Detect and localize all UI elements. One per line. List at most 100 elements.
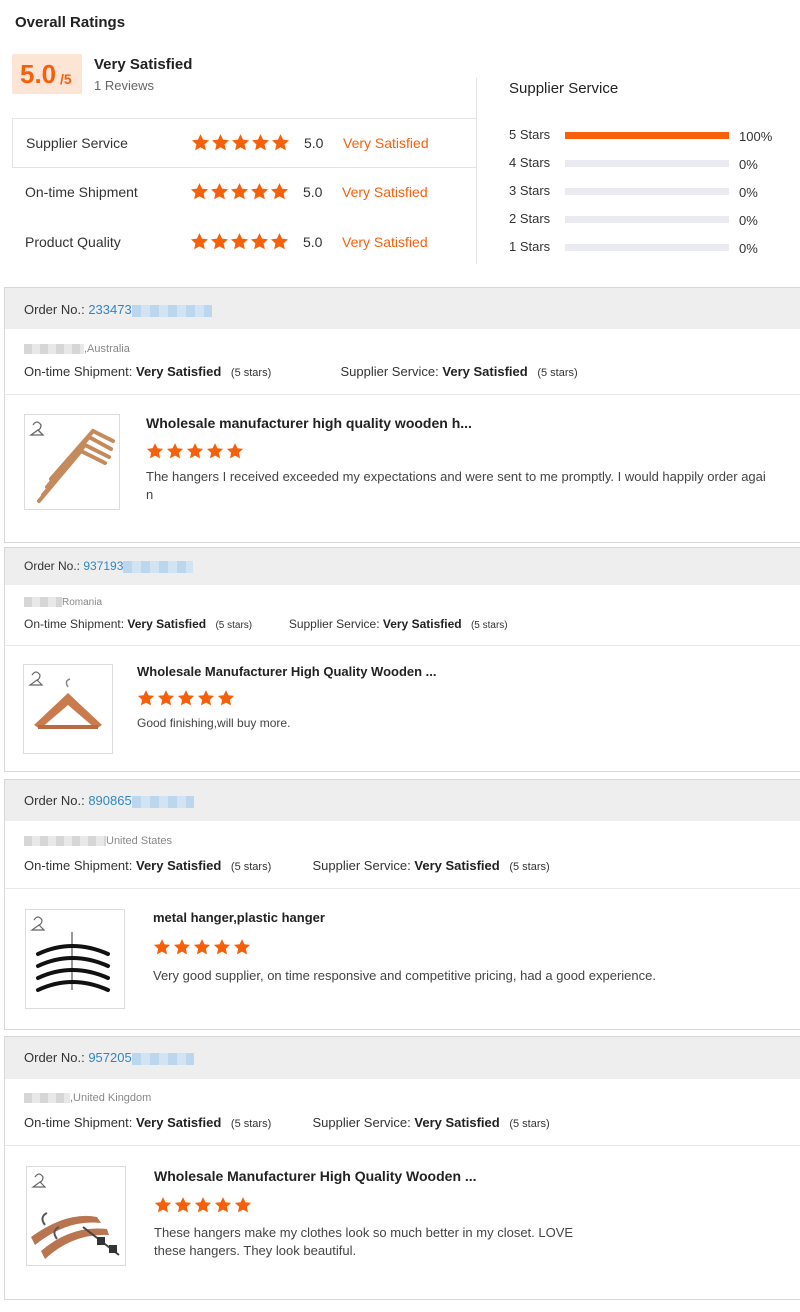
star-icon xyxy=(173,938,191,956)
service-stars: (5 stars) xyxy=(537,367,578,379)
star-icon xyxy=(174,1196,192,1214)
review-comment: These hangers make my clothes look so mu… xyxy=(154,1225,574,1258)
distribution-row-5: 5 Stars 100% xyxy=(509,127,779,147)
distribution-percent: 0% xyxy=(739,213,758,228)
rating-label: Supplier Service xyxy=(26,135,128,151)
service-label: Supplier Service: xyxy=(340,364,439,379)
rating-satisfaction: Very Satisfied xyxy=(343,135,429,151)
star-icon xyxy=(213,938,231,956)
service-label: Supplier Service: xyxy=(312,1115,411,1130)
distribution-bar xyxy=(565,216,729,223)
star-icon xyxy=(234,1196,252,1214)
order-number: Order No.: 233473 xyxy=(24,302,212,317)
product-title[interactable]: Wholesale Manufacturer High Quality Wood… xyxy=(154,1168,477,1184)
order-header: Order No.: 957205 xyxy=(5,1037,800,1079)
service-value: Very Satisfied xyxy=(442,364,528,379)
product-rating-stars xyxy=(137,689,237,707)
buyer-country: ,Australia xyxy=(84,343,130,355)
distribution-bar xyxy=(565,160,729,167)
metal-hangers-icon[interactable] xyxy=(25,909,125,1009)
distribution-label: 2 Stars xyxy=(509,211,551,226)
star-icon xyxy=(231,133,250,152)
ontime-value: Very Satisfied xyxy=(136,858,222,873)
service-stars: (5 stars) xyxy=(470,620,508,631)
order-number-link[interactable]: 937193 xyxy=(83,559,123,573)
order-number-redacted xyxy=(123,560,194,573)
order-card: Order No.: 957205 ,United Kingdom On-tim… xyxy=(4,1036,800,1300)
overall-score-max: /5 xyxy=(60,71,72,87)
star-icon xyxy=(146,442,164,460)
rating-row-supplier-service[interactable]: Supplier Service 5.0 Very Satisfied xyxy=(12,118,477,168)
star-icon xyxy=(137,689,155,707)
star-icon xyxy=(217,689,235,707)
order-number-redacted xyxy=(131,304,212,317)
buyer-name-redacted xyxy=(24,344,84,355)
rating-label: On-time Shipment xyxy=(25,184,138,200)
service-label: Supplier Service: xyxy=(288,617,380,631)
distribution-percent: 0% xyxy=(739,185,758,200)
star-icon xyxy=(211,133,230,152)
ontime-value: Very Satisfied xyxy=(127,617,207,631)
rating-stars xyxy=(191,133,291,152)
distribution-row-2: 2 Stars 0% xyxy=(509,211,779,231)
overall-satisfaction: Very Satisfied xyxy=(94,56,193,73)
rating-row-product-quality[interactable]: Product Quality 5.0 Very Satisfied xyxy=(12,218,476,266)
buyer-location: ,Australia xyxy=(24,343,130,355)
distribution-label: 5 Stars xyxy=(509,127,551,142)
order-card: Order No.: 890865 United States On-time … xyxy=(4,779,800,1030)
star-icon xyxy=(270,182,289,201)
order-number-label: Order No.: xyxy=(24,793,85,808)
product-title[interactable]: metal hanger,plastic hanger xyxy=(153,910,325,925)
product-rating-stars xyxy=(146,442,246,460)
order-card: Order No.: 233473 ,Australia On-time Shi… xyxy=(4,287,800,543)
ontime-label: On-time Shipment: xyxy=(24,1115,133,1130)
order-number-label: Order No.: xyxy=(24,302,85,317)
star-icon xyxy=(226,442,244,460)
rating-value: 5.0 xyxy=(303,234,323,250)
summary-divider xyxy=(476,78,477,264)
product-title[interactable]: Wholesale Manufacturer High Quality Wood… xyxy=(137,664,437,679)
star-icon xyxy=(250,232,269,251)
order-number-link[interactable]: 890865 xyxy=(88,793,131,808)
wooden-hanger-icon[interactable] xyxy=(23,664,113,754)
order-separator xyxy=(5,888,800,889)
distribution-percent: 0% xyxy=(739,157,758,172)
star-icon xyxy=(271,133,290,152)
order-number: Order No.: 957205 xyxy=(24,1050,194,1065)
order-number-redacted xyxy=(131,795,194,808)
product-rating-stars xyxy=(153,938,253,956)
order-header: Order No.: 233473 xyxy=(5,288,800,329)
order-number-label: Order No.: xyxy=(24,559,81,573)
star-icon xyxy=(166,442,184,460)
distribution-row-4: 4 Stars 0% xyxy=(509,155,779,175)
buyer-name-redacted xyxy=(24,836,106,847)
rating-label: Product Quality xyxy=(25,234,121,250)
star-icon xyxy=(190,232,209,251)
rating-row-ontime-shipment[interactable]: On-time Shipment 5.0 Very Satisfied xyxy=(12,168,476,216)
order-number: Order No.: 937193 xyxy=(24,559,194,573)
rating-stars xyxy=(190,232,290,251)
distribution-label: 4 Stars xyxy=(509,155,551,170)
order-separator xyxy=(5,645,800,646)
product-title[interactable]: Wholesale manufacturer high quality wood… xyxy=(146,415,472,431)
wooden-hangers-clip-icon[interactable] xyxy=(26,1166,126,1266)
review-count: 1 Reviews xyxy=(94,78,154,93)
order-header: Order No.: 890865 xyxy=(5,780,800,821)
star-icon xyxy=(197,689,215,707)
ontime-value: Very Satisfied xyxy=(136,1115,222,1130)
distribution-row-1: 1 Stars 0% xyxy=(509,239,779,259)
product-rating-stars xyxy=(154,1196,254,1214)
order-number-link[interactable]: 957205 xyxy=(88,1050,131,1065)
star-icon xyxy=(251,133,270,152)
order-ratings: On-time Shipment: Very Satisfied (5 star… xyxy=(24,617,508,631)
order-separator xyxy=(5,394,800,395)
review-comment: Good finishing,will buy more. xyxy=(137,716,291,730)
review-comment: Very good supplier, on time responsive a… xyxy=(153,968,656,983)
order-number-link[interactable]: 233473 xyxy=(88,302,131,317)
star-icon xyxy=(157,689,175,707)
order-card: Order No.: 937193 Romania On-time Shipme… xyxy=(4,547,800,772)
rating-satisfaction: Very Satisfied xyxy=(342,234,428,250)
wooden-hangers-icon[interactable] xyxy=(24,414,120,510)
star-icon xyxy=(177,689,195,707)
distribution-label: 1 Stars xyxy=(509,239,551,254)
